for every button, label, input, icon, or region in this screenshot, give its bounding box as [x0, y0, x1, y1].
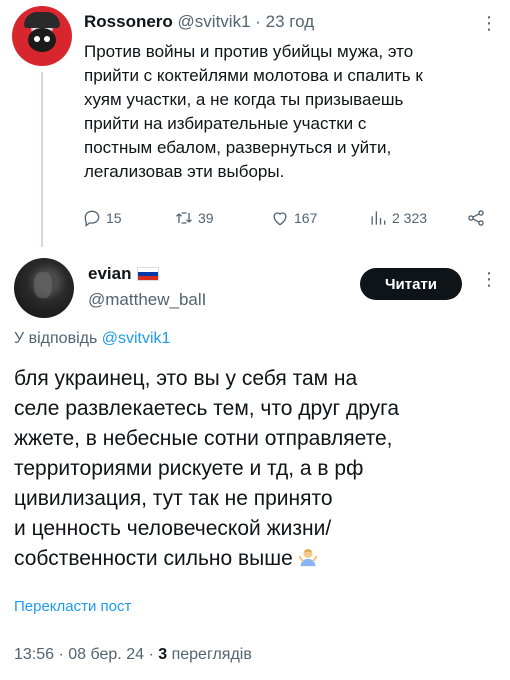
translate-post-link[interactable]: Перекласти пост: [14, 598, 131, 615]
thread-line: [41, 72, 43, 247]
views-label: переглядів: [171, 646, 252, 663]
reply-handle-link[interactable]: @svitvik1: [102, 330, 171, 347]
person-shrugging-emoji: [298, 548, 318, 567]
retweet-button[interactable]: 39: [174, 208, 214, 228]
avatar-figure: [34, 272, 52, 298]
share-icon: [468, 210, 484, 226]
more-options-icon[interactable]: ⋮: [480, 14, 498, 32]
tweet-meta: 13:56 · 08 бер. 24 · 3 переглядів: [14, 646, 252, 664]
avatar-face: [28, 28, 56, 52]
avatar[interactable]: [14, 258, 74, 318]
reply-icon: [84, 210, 100, 227]
views-count: 2 323: [392, 210, 428, 226]
tweet-text: Против войны и против убийцы мужа, это п…: [84, 42, 423, 181]
tweet-date[interactable]: 08 бер. 24: [68, 646, 144, 663]
reply-count: 15: [106, 210, 122, 226]
tweet-text-body: бля украинец, это вы у себя там на селе …: [14, 367, 400, 570]
reply-prefix: У відповідь: [14, 330, 98, 347]
tweet-time[interactable]: 13:56: [14, 646, 54, 663]
views-count: 3: [158, 646, 168, 663]
tweet-header: Rossonero @svitvik1 · 23 год: [84, 12, 314, 32]
tweet-time[interactable]: 23 год: [266, 12, 314, 31]
tweet-actions: 15 39 167 2 323: [82, 208, 492, 232]
author-name[interactable]: Rossonero: [84, 12, 173, 31]
views-icon: [371, 211, 386, 225]
tweet-text: бля украинец, это вы у себя там на селе …: [14, 364, 502, 574]
replying-to: У відповідь @svitvik1: [14, 330, 170, 348]
share-button[interactable]: [466, 208, 486, 228]
like-button[interactable]: 167: [270, 208, 317, 228]
separator-dot: ·: [148, 646, 154, 663]
author-name-row: evian: [88, 264, 160, 284]
more-options-icon[interactable]: ⋮: [480, 270, 498, 288]
follow-button[interactable]: Читати: [360, 268, 462, 300]
separator-dot: ·: [255, 12, 261, 31]
views-button[interactable]: 2 323: [368, 208, 427, 228]
author-handle[interactable]: @svitvik1: [178, 12, 251, 31]
russia-flag-icon: [137, 267, 160, 281]
avatar-eye: [34, 36, 40, 42]
heart-icon: [273, 212, 287, 226]
separator-dot: ·: [58, 646, 64, 663]
retweet-icon: [176, 212, 192, 224]
avatar[interactable]: [12, 6, 72, 66]
like-count: 167: [294, 210, 318, 226]
author-name[interactable]: evian: [88, 264, 131, 284]
author-handle[interactable]: @matthew_balI: [88, 290, 206, 310]
avatar-cap: [24, 12, 60, 28]
parent-tweet[interactable]: Rossonero @svitvik1 · 23 год ⋮ Против во…: [0, 0, 510, 250]
avatar-eye: [44, 36, 50, 42]
retweet-count: 39: [198, 210, 214, 226]
reply-button[interactable]: 15: [82, 208, 122, 228]
